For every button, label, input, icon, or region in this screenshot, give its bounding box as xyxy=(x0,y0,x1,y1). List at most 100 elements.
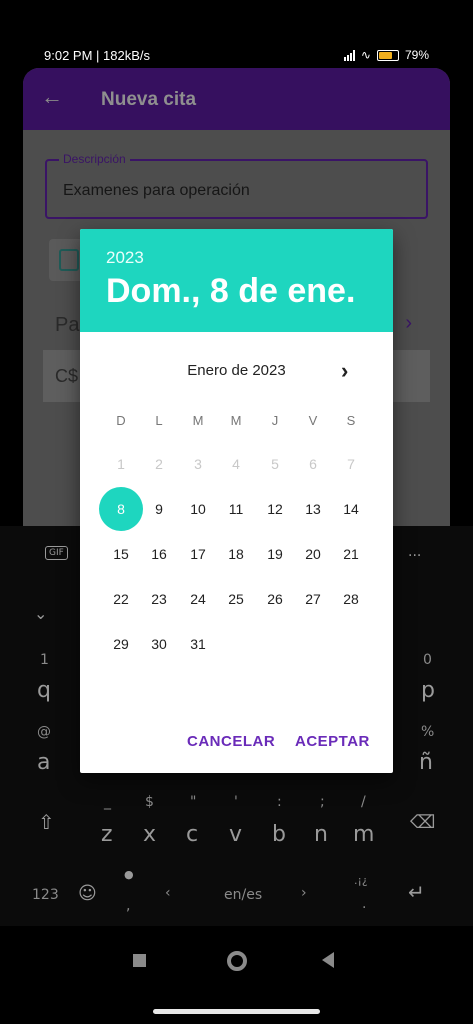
key-c[interactable]: c xyxy=(186,822,198,847)
emoji-icon[interactable]: ☺ xyxy=(78,883,97,904)
weekday-label: M xyxy=(192,413,204,428)
day-cell: 2 xyxy=(155,456,163,472)
description-field[interactable]: Descripción Examenes para operación xyxy=(45,152,428,219)
key-m[interactable]: m xyxy=(353,822,374,847)
currency-label: C$ xyxy=(55,366,79,386)
comma-key[interactable]: , xyxy=(126,898,130,914)
shift-key[interactable]: ⇧ xyxy=(38,810,55,834)
weekday-label: L xyxy=(155,413,163,428)
key-x[interactable]: x xyxy=(143,822,156,847)
key-hint-colon: : xyxy=(277,794,282,810)
key-enye[interactable]: ñ xyxy=(419,750,433,775)
day-cell[interactable]: 19 xyxy=(255,534,295,574)
key-hint-percent: % xyxy=(421,724,435,740)
day-cell[interactable]: 18 xyxy=(216,534,256,574)
status-icons: ∿ 79% xyxy=(343,48,429,62)
key-q[interactable]: q xyxy=(37,678,51,703)
day-cell: 3 xyxy=(194,456,202,472)
day-cell[interactable]: 16 xyxy=(139,534,179,574)
space-left-icon: ‹ xyxy=(165,885,171,901)
back-arrow-icon[interactable]: ← xyxy=(41,84,63,110)
status-time: 9:02 PM | 182kB/s xyxy=(44,48,150,63)
enter-icon[interactable]: ↵ xyxy=(408,880,425,904)
status-bar: 9:02 PM | 182kB/s ∿ 79% xyxy=(0,0,473,68)
day-cell[interactable]: 30 xyxy=(139,624,179,664)
weekday-label: M xyxy=(230,413,242,428)
day-cell[interactable]: 12 xyxy=(255,489,295,529)
day-cell: 5 xyxy=(271,456,279,472)
day-cell[interactable]: 17 xyxy=(178,534,218,574)
day-cell[interactable]: 10 xyxy=(178,489,218,529)
day-cell[interactable]: 23 xyxy=(139,579,179,619)
key-b[interactable]: b xyxy=(272,822,286,847)
key-v[interactable]: v xyxy=(229,822,242,847)
home-nav-icon[interactable] xyxy=(227,951,247,971)
key-z[interactable]: z xyxy=(101,822,113,847)
day-cell: 1 xyxy=(117,456,125,472)
weekday-label: D xyxy=(116,413,126,428)
day-cell[interactable]: 11 xyxy=(216,489,256,529)
home-indicator[interactable] xyxy=(153,1009,320,1014)
date-picker-header: 2023 Dom., 8 de ene. xyxy=(80,229,393,332)
day-cell: 6 xyxy=(309,456,317,472)
day-cell[interactable]: 20 xyxy=(293,534,333,574)
space-right-icon: › xyxy=(301,885,307,901)
next-month-chevron-icon[interactable]: › xyxy=(341,358,348,384)
battery-percent: 79% xyxy=(404,48,429,62)
description-value[interactable]: Examenes para operación xyxy=(63,182,250,200)
year-label[interactable]: 2023 xyxy=(106,248,144,268)
recents-nav-icon[interactable] xyxy=(133,954,146,967)
key-hint-0: 0 xyxy=(423,652,432,668)
more-key[interactable]: ... xyxy=(408,544,421,560)
day-cell[interactable]: 13 xyxy=(293,489,333,529)
weekday-label: J xyxy=(271,413,279,428)
language-key[interactable]: en/es xyxy=(224,887,262,903)
date-picker-dialog: 2023 Dom., 8 de ene. Enero de 2023 › CAN… xyxy=(80,229,393,773)
key-p[interactable]: p xyxy=(421,678,435,703)
punct-key[interactable]: .¡¿ xyxy=(354,874,368,887)
key-hint-underscore: _ xyxy=(104,794,111,810)
day-cell[interactable]: 21 xyxy=(331,534,371,574)
mic-icon[interactable]: ● xyxy=(124,868,134,881)
numbers-key[interactable]: 123 xyxy=(32,887,59,903)
collapse-icon[interactable]: ⌄ xyxy=(34,604,47,623)
signal-icon xyxy=(343,49,355,61)
description-label: Descripción xyxy=(59,152,130,166)
key-hint-at: @ xyxy=(37,724,51,740)
day-cell[interactable]: 31 xyxy=(178,624,218,664)
day-cell[interactable]: 14 xyxy=(331,489,371,529)
day-cell[interactable]: 9 xyxy=(139,489,179,529)
day-cell[interactable]: 29 xyxy=(101,624,141,664)
page-title: Nueva cita xyxy=(101,89,197,110)
key-a[interactable]: a xyxy=(37,750,50,775)
day-cell: 4 xyxy=(232,456,240,472)
weekday-label: S xyxy=(346,413,356,428)
behind-label: Pa xyxy=(55,314,80,336)
key-n[interactable]: n xyxy=(314,822,328,847)
back-nav-icon[interactable] xyxy=(322,952,334,968)
accept-button[interactable]: ACEPTAR xyxy=(295,733,370,750)
period-key[interactable]: . xyxy=(362,896,366,912)
backspace-icon[interactable]: ⌫ xyxy=(410,812,435,833)
chevron-right-icon[interactable]: › xyxy=(405,312,412,335)
key-hint-quote: " xyxy=(190,794,197,810)
cancel-button[interactable]: CANCELAR xyxy=(187,733,275,750)
day-cell[interactable]: 27 xyxy=(293,579,333,619)
day-cell[interactable]: 26 xyxy=(255,579,295,619)
day-cell[interactable]: 24 xyxy=(178,579,218,619)
key-hint-semicolon: ; xyxy=(320,794,325,810)
day-cell[interactable]: 28 xyxy=(331,579,371,619)
selected-date-label[interactable]: Dom., 8 de ene. xyxy=(106,272,355,311)
battery-icon xyxy=(376,49,399,61)
day-cell[interactable]: 15 xyxy=(101,534,141,574)
selected-day-cell[interactable]: 8 xyxy=(99,487,143,531)
key-hint-1: 1 xyxy=(40,652,49,668)
day-cell[interactable]: 25 xyxy=(216,579,256,619)
weekday-label: V xyxy=(308,413,318,428)
key-hint-apostrophe: ' xyxy=(234,794,238,810)
app-bar: ← Nueva cita xyxy=(23,68,450,130)
day-cell[interactable]: 22 xyxy=(101,579,141,619)
gif-key[interactable]: GIF xyxy=(45,546,68,560)
calendar-icon xyxy=(59,249,79,271)
key-hint-dollar: $ xyxy=(145,794,154,810)
